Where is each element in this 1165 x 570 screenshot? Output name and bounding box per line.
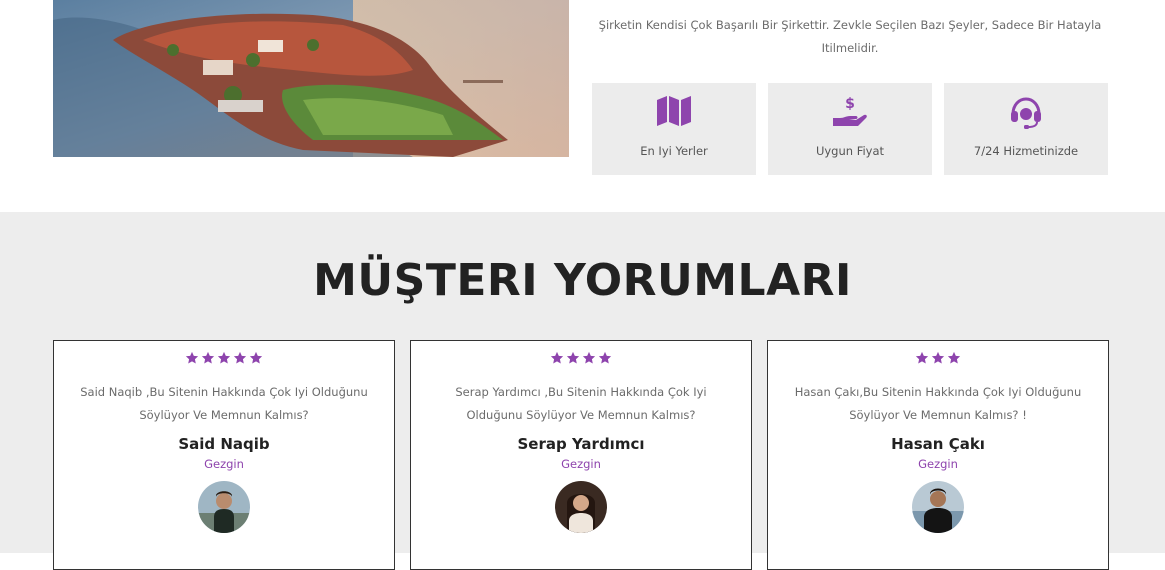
star-icon	[598, 351, 612, 364]
avatar	[555, 481, 607, 533]
customer-reviews-section: MÜŞTERI YORUMLARI Said Naqib ,Bu Sitenin…	[0, 212, 1165, 570]
feature-label: En Iyi Yerler	[640, 144, 708, 158]
feature-best-places: En Iyi Yerler	[592, 83, 756, 175]
headset-icon	[1011, 97, 1041, 129]
review-text: Said Naqib ,Bu Sitenin Hakkında Çok Iyi …	[80, 385, 368, 422]
hand-dollar-icon: $	[833, 96, 867, 126]
review-card: Hasan Çakı,Bu Sitenin Hakkında Çok Iyi O…	[767, 340, 1109, 570]
feature-support-247: 7/24 Hizmetinizde	[944, 83, 1108, 175]
star-icon	[915, 351, 929, 364]
section-title: MÜŞTERI YORUMLARI	[313, 255, 852, 306]
star-icon	[566, 351, 580, 364]
star-icon	[582, 351, 596, 364]
reviewer-role: Gezgin	[204, 457, 244, 471]
reviewer-name: Said Naqib	[178, 435, 270, 453]
feature-label: 7/24 Hizmetinizde	[973, 144, 1079, 158]
review-card: Said Naqib ,Bu Sitenin Hakkında Çok Iyi …	[53, 340, 395, 570]
map-icon	[657, 96, 691, 126]
star-icon	[249, 351, 263, 364]
avatar	[912, 481, 964, 533]
star-icon	[217, 351, 231, 364]
star-icon	[931, 351, 945, 364]
svg-text:$: $	[845, 96, 855, 112]
avatar	[198, 481, 250, 533]
star-rating	[768, 351, 1108, 365]
reviewer-name: Hasan Çakı	[891, 435, 985, 453]
about-section: Şirketin Kendisi Çok Başarılı Bir Şirket…	[0, 0, 1165, 212]
reviewer-role: Gezgin	[918, 457, 958, 471]
feature-label: Uygun Fiyat	[815, 144, 885, 158]
star-icon	[185, 351, 199, 364]
review-card: Serap Yardımcı ,Bu Sitenin Hakkında Çok …	[410, 340, 752, 570]
hero-coastal-town-image	[53, 0, 569, 157]
star-rating	[54, 351, 394, 365]
star-icon	[947, 351, 961, 364]
reviewer-role: Gezgin	[561, 457, 601, 471]
review-text: Hasan Çakı,Bu Sitenin Hakkında Çok Iyi O…	[794, 385, 1082, 422]
star-rating	[411, 351, 751, 365]
star-icon	[201, 351, 215, 364]
star-icon	[550, 351, 564, 364]
review-text: Serap Yardımcı ,Bu Sitenin Hakkında Çok …	[455, 385, 707, 422]
feature-affordable-price: $ Uygun Fiyat	[768, 83, 932, 175]
star-icon	[233, 351, 247, 364]
about-description: Şirketin Kendisi Çok Başarılı Bir Şirket…	[598, 18, 1102, 55]
reviewer-name: Serap Yardımcı	[517, 435, 645, 453]
